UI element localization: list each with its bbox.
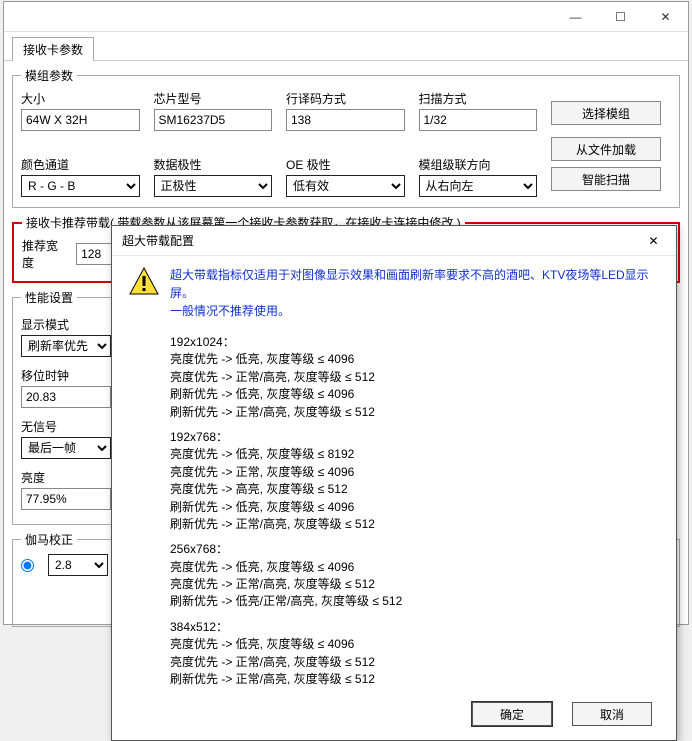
- chip-label: 芯片型号: [154, 90, 273, 107]
- gamma-radio[interactable]: [21, 559, 34, 572]
- display-mode-select[interactable]: 刷新率优先: [21, 335, 111, 357]
- super-load-dialog: 超大带载配置 ✕ 超大带载指标仅适用于对图像显示效果和画面刷新率要求不高的酒吧、…: [111, 225, 677, 741]
- module-legend: 模组参数: [21, 67, 77, 84]
- dialog-close-button[interactable]: ✕: [631, 226, 676, 256]
- display-mode-label: 显示模式: [21, 316, 123, 333]
- minimize-button[interactable]: —: [553, 2, 598, 31]
- close-button[interactable]: ✕: [643, 2, 688, 31]
- data-polarity-select[interactable]: 正极性: [154, 175, 273, 197]
- oe-label: OE 极性: [286, 156, 405, 173]
- no-signal-select[interactable]: 最后一帧: [21, 437, 111, 459]
- cascade-label: 模组级联方向: [419, 156, 538, 173]
- size-label: 大小: [21, 90, 140, 107]
- brightness-label: 亮度: [21, 469, 123, 486]
- rec-width-label: 推荐宽度: [22, 237, 66, 271]
- chip-input[interactable]: [154, 109, 273, 131]
- tab-row: 接收卡参数: [4, 32, 688, 61]
- select-module-button[interactable]: 选择模组: [551, 101, 661, 125]
- scan-label: 扫描方式: [419, 90, 538, 107]
- brightness-input[interactable]: [21, 488, 111, 510]
- oe-select[interactable]: 低有效: [286, 175, 405, 197]
- dialog-message: 超大带载指标仅适用于对图像显示效果和画面刷新率要求不高的酒吧、KTV夜场等LED…: [170, 266, 660, 320]
- decode-input[interactable]: [286, 109, 405, 131]
- titlebar: — ☐ ✕: [4, 2, 688, 32]
- cancel-button[interactable]: 取消: [572, 702, 652, 726]
- shift-clock-label: 移位时钟: [21, 367, 123, 384]
- smart-scan-button[interactable]: 智能扫描: [551, 167, 661, 191]
- tab-receive-card[interactable]: 接收卡参数: [12, 37, 94, 61]
- gamma-value-select[interactable]: 2.8: [48, 554, 108, 576]
- data-polarity-label: 数据极性: [154, 156, 273, 173]
- gamma-legend: 伽马校正: [21, 531, 77, 548]
- shift-clock-input[interactable]: [21, 386, 111, 408]
- cascade-select[interactable]: 从右向左: [419, 175, 538, 197]
- module-params-group: 模组参数 大小 芯片型号 行译码方式 扫描方式 选择模组 颜色通道 R - G …: [12, 67, 680, 208]
- performance-legend: 性能设置: [21, 289, 77, 306]
- warning-icon: [128, 266, 160, 298]
- size-input[interactable]: [21, 109, 140, 131]
- no-signal-label: 无信号: [21, 418, 123, 435]
- dialog-title: 超大带载配置: [122, 232, 194, 249]
- ok-button[interactable]: 确定: [472, 702, 552, 726]
- scan-input[interactable]: [419, 109, 538, 131]
- mode-list: 192x1024： 亮度优先 -> 低亮, 灰度等级 ≤ 4096亮度优先 ->…: [112, 324, 676, 696]
- maximize-button[interactable]: ☐: [598, 2, 643, 31]
- color-select[interactable]: R - G - B: [21, 175, 140, 197]
- dialog-header: 超大带载配置 ✕: [112, 226, 676, 256]
- load-from-file-button[interactable]: 从文件加载: [551, 137, 661, 161]
- color-label: 颜色通道: [21, 156, 140, 173]
- decode-label: 行译码方式: [286, 90, 405, 107]
